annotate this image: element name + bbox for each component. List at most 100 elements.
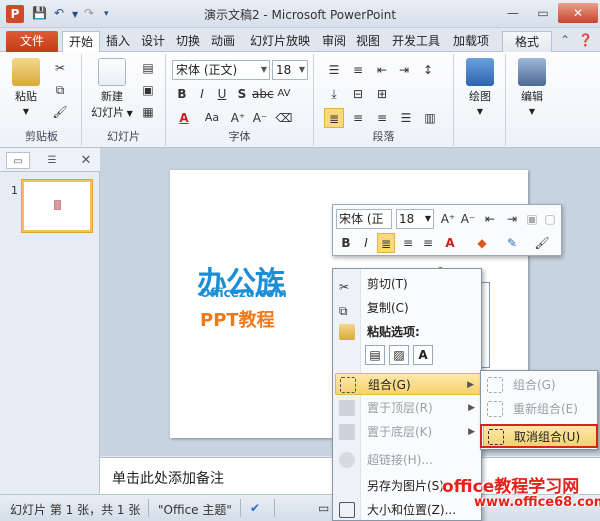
layout-icon[interactable]: ▤	[138, 58, 158, 78]
status-divider	[240, 499, 241, 517]
paste-theme-icon[interactable]: ▤	[365, 345, 385, 365]
paragraph-label: 段落	[372, 130, 395, 143]
menu-item-size-position[interactable]: 大小和位置(Z)...	[335, 499, 481, 521]
paste-button[interactable]: 粘贴 ▼	[8, 58, 44, 117]
decrease-indent-icon[interactable]: ⇤	[481, 209, 499, 229]
format-painter-icon[interactable]: 🖌	[533, 233, 551, 253]
drawing-button[interactable]: 绘图 ▼	[462, 58, 498, 117]
submenu-item-regroup[interactable]: 重新组合(E)	[483, 398, 597, 420]
panel-tabs: ▭ ☰ ✕	[0, 148, 100, 172]
bring-front-icon[interactable]: ▣	[523, 209, 541, 229]
watermark-title: office教程学习网	[442, 477, 580, 497]
grow-font-icon[interactable]: A⁺	[439, 209, 457, 229]
fill-color-icon[interactable]: ◆	[473, 233, 491, 253]
shadow-button[interactable]: S	[232, 84, 252, 104]
slides-tab-icon[interactable]: ▭	[6, 152, 30, 169]
font-color-button[interactable]: A	[174, 108, 194, 128]
menu-item-cut[interactable]: ✂ 剪切(T)	[335, 273, 481, 295]
submenu-item-group[interactable]: 组合(G)	[483, 374, 597, 396]
format-painter-icon[interactable]: 🖌	[50, 102, 70, 122]
char-spacing-icon[interactable]: AV	[274, 84, 294, 104]
spell-check-icon[interactable]: ✔	[250, 501, 260, 515]
tab-transitions[interactable]: 切换	[172, 31, 204, 52]
editing-button[interactable]: 编辑 ▼	[514, 58, 550, 117]
justify-button[interactable]: ☰	[396, 108, 416, 128]
minimize-button[interactable]: —	[500, 3, 526, 23]
font-name-combo[interactable]: 宋体 (正文) ▼	[172, 60, 270, 80]
send-back-icon[interactable]: ▢	[541, 209, 559, 229]
shrink-font-icon[interactable]: A⁻	[459, 209, 477, 229]
shrink-font-icon[interactable]: A⁻	[250, 108, 270, 128]
tab-design[interactable]: 设计	[137, 31, 169, 52]
bold-button[interactable]: B	[172, 84, 192, 104]
bold-button[interactable]: B	[337, 233, 355, 253]
section-icon[interactable]: ▦	[138, 102, 158, 122]
increase-indent-icon[interactable]: ⇥	[394, 60, 414, 80]
bullets-icon[interactable]: ☰	[324, 60, 344, 80]
mini-font-name[interactable]: 宋体 (正3	[336, 209, 392, 229]
underline-button[interactable]: U	[212, 84, 232, 104]
align-left-button[interactable]: ≣	[377, 233, 395, 253]
mini-font-size[interactable]: 18 ▼	[396, 209, 434, 229]
close-button[interactable]: ✕	[558, 3, 598, 23]
slides-label: 幻灯片	[107, 130, 140, 143]
decrease-indent-icon[interactable]: ⇤	[372, 60, 392, 80]
italic-button[interactable]: I	[357, 233, 375, 253]
line-spacing-icon[interactable]: ↕	[418, 60, 438, 80]
change-case-icon[interactable]: Aa	[202, 108, 222, 128]
clear-format-icon[interactable]: ⌫	[274, 108, 294, 128]
maximize-button[interactable]: ▭	[530, 3, 556, 23]
columns-icon[interactable]: ▥	[420, 108, 440, 128]
grow-font-icon[interactable]: A⁺	[228, 108, 248, 128]
collapse-ribbon-icon[interactable]: ⌃	[560, 33, 570, 47]
tab-view[interactable]: 视图	[352, 31, 384, 52]
font-size-combo[interactable]: 18 ▼	[272, 60, 308, 80]
copy-icon[interactable]: ⧉	[50, 80, 70, 100]
slide-thumbnail[interactable]	[22, 180, 92, 232]
outline-color-icon[interactable]: ✎	[503, 233, 521, 253]
thumbnail-image	[54, 200, 61, 210]
new-slide-button[interactable]: 新建 幻灯片 ▼	[88, 58, 136, 120]
menu-item-copy[interactable]: ⧉ 复制(C)	[335, 297, 481, 319]
increase-indent-icon[interactable]: ⇥	[503, 209, 521, 229]
tab-developer[interactable]: 开发工具	[388, 31, 444, 52]
paste-text-icon[interactable]: A	[413, 345, 433, 365]
group-icon	[487, 377, 503, 393]
numbering-icon[interactable]: ≡	[348, 60, 368, 80]
normal-view-icon[interactable]: ▭	[318, 501, 329, 515]
align-right-button[interactable]: ≡	[372, 108, 392, 128]
tab-review[interactable]: 审阅	[318, 31, 350, 52]
reset-icon[interactable]: ▣	[138, 80, 158, 100]
outline-tab-icon[interactable]: ☰	[40, 152, 64, 169]
menu-item-group[interactable]: 组合(G) ▶	[335, 373, 481, 395]
menu-item-send-to-back[interactable]: 置于底层(K) ▶	[335, 421, 481, 443]
cut-icon[interactable]: ✂	[50, 58, 70, 78]
tab-file[interactable]: 文件	[6, 31, 58, 52]
shapes-icon	[466, 58, 494, 86]
italic-button[interactable]: I	[192, 84, 212, 104]
text-direction-icon[interactable]: ⤓	[324, 84, 344, 104]
close-panel-icon[interactable]: ✕	[74, 152, 98, 169]
align-right-button[interactable]: ≡	[419, 233, 437, 253]
chevron-down-icon: ▼	[298, 65, 305, 74]
align-center-button[interactable]: ≡	[399, 233, 417, 253]
highlight-annotation	[480, 424, 598, 448]
align-left-button[interactable]: ≣	[324, 108, 344, 128]
tab-addins[interactable]: 加载项	[448, 31, 494, 52]
help-icon[interactable]: ❓	[578, 33, 593, 47]
smartart-icon[interactable]: ⊞	[372, 84, 392, 104]
strikethrough-button[interactable]: abc	[252, 84, 274, 104]
align-center-button[interactable]: ≡	[348, 108, 368, 128]
menu-item-bring-to-front[interactable]: 置于顶层(R) ▶	[335, 397, 481, 419]
paste-picture-icon[interactable]: ▨	[389, 345, 409, 365]
tab-home[interactable]: 开始	[62, 31, 100, 52]
menu-item-hyperlink[interactable]: 超链接(H)...	[335, 449, 481, 471]
align-text-icon[interactable]: ⊟	[348, 84, 368, 104]
tab-slideshow[interactable]: 幻灯片放映	[244, 31, 316, 52]
notes-placeholder: 单击此处添加备注	[112, 471, 224, 487]
new-slide-icon	[98, 58, 126, 86]
tab-insert[interactable]: 插入	[102, 31, 134, 52]
tab-format[interactable]: 格式	[502, 31, 552, 52]
tab-animations[interactable]: 动画	[207, 31, 239, 52]
font-color-button[interactable]: A	[441, 233, 459, 253]
